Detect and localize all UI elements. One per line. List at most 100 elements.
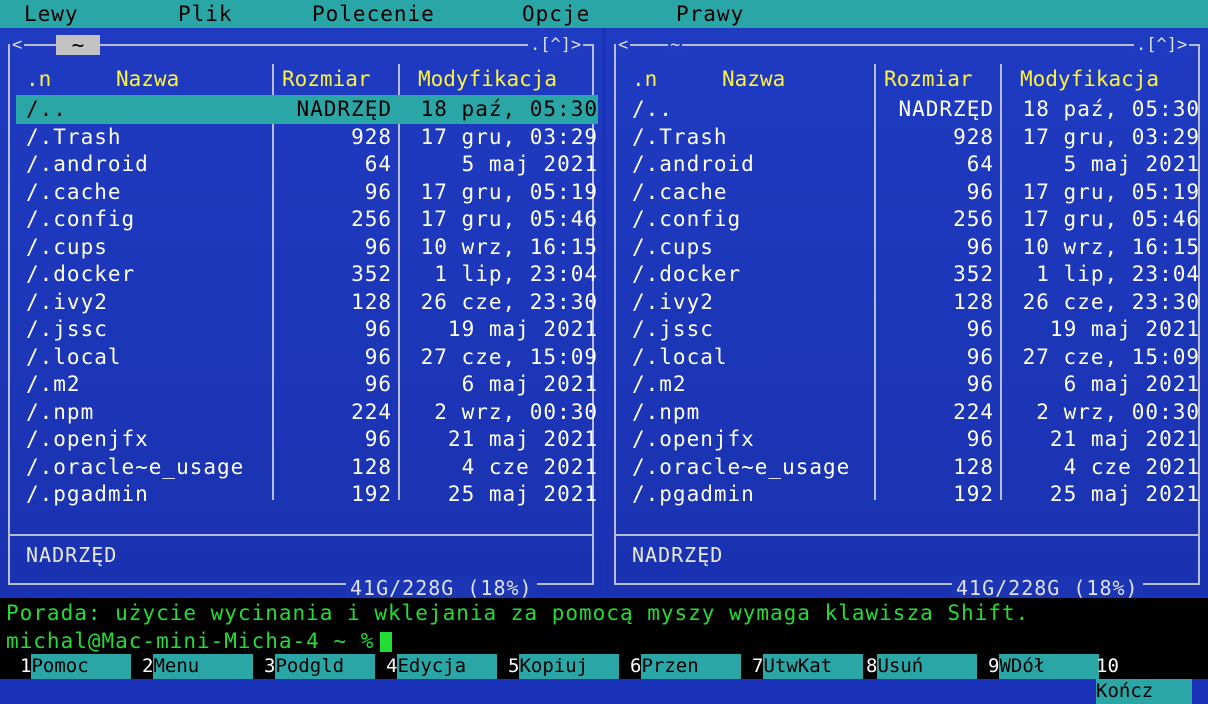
file-modified: 18 paź, 05:30 — [1022, 97, 1200, 121]
file-name: /.ivy2 — [26, 289, 108, 314]
file-name: /.Trash — [632, 124, 728, 149]
col-mod[interactable]: Modyfikacja — [1020, 64, 1159, 94]
file-row[interactable]: /.m2 96 6 maj 2021 — [622, 370, 1202, 399]
fkey-9[interactable]: 9WDół — [988, 654, 1100, 679]
file-name: /.ivy2 — [632, 289, 714, 314]
file-row[interactable]: /.. NADRZĘD 18 paź, 05:30 — [622, 95, 1202, 124]
file-size: 256 — [953, 207, 994, 231]
file-row[interactable]: /.cache 96 17 gru, 05:19 — [16, 178, 597, 207]
fkey-7[interactable]: 7UtwKat — [752, 654, 864, 679]
file-row[interactable]: /.oracle~e_usage 128 4 cze 2021 — [16, 453, 598, 482]
file-row[interactable]: /.ivy2 128 26 cze, 23:30 — [622, 288, 1202, 317]
file-row[interactable]: /.jssc 96 19 maj 2021 — [622, 315, 1202, 344]
right-panel[interactable]: < ~ .[^]> .n Nazwa Rozmiar Modyfikacja /… — [606, 28, 1208, 600]
fkey-2[interactable]: 2Menu — [142, 654, 254, 679]
menu-item-lewy[interactable]: Lewy — [24, 0, 79, 31]
status-line: NADRZĘD — [632, 543, 724, 567]
fkey-5[interactable]: 5Kopiuj — [508, 654, 620, 679]
col-mod[interactable]: Modyfikacja — [418, 64, 557, 94]
file-row[interactable]: /.cups 96 10 wrz, 16:15 — [16, 233, 598, 262]
file-name: /.config — [632, 207, 742, 231]
fkey-4[interactable]: 4Edycja — [386, 654, 498, 679]
file-size: 96 — [966, 317, 994, 341]
fkey-label: Przen — [641, 654, 742, 679]
path-tilde[interactable]: ~ — [56, 35, 100, 56]
file-modified: 21 maj 2021 — [1049, 427, 1200, 451]
disk-usage: 41G/228G (18%) — [346, 576, 537, 600]
file-name: /.local — [26, 344, 122, 369]
menu-item-prawy[interactable]: Prawy — [676, 0, 744, 31]
file-modified: 5 maj 2021 — [461, 152, 598, 176]
fkey-10[interactable]: 10Kończ — [1096, 654, 1208, 704]
file-row[interactable]: /.pgadmin 192 25 maj 2021 — [16, 480, 597, 509]
file-row[interactable]: /.docker 352 1 lip, 23:04 — [16, 260, 597, 289]
col-name[interactable]: Nazwa — [116, 64, 179, 94]
file-modified: 26 cze, 23:30 — [420, 289, 598, 314]
file-modified: 4 cze 2021 — [461, 454, 598, 479]
file-row[interactable]: /.docker 352 1 lip, 23:04 — [622, 260, 1202, 289]
fkey-number: 8 — [866, 655, 878, 677]
file-name: /.m2 — [632, 372, 687, 396]
fkey-label: UtwKat — [763, 654, 864, 679]
file-name: /.npm — [632, 399, 701, 424]
fkey-1[interactable]: 1Pomoc — [20, 654, 132, 679]
file-name: /.. — [632, 97, 673, 121]
fkey-8[interactable]: 8Usuń — [866, 654, 978, 679]
path-tilde[interactable]: ~ — [668, 36, 683, 54]
menu-item-opcje[interactable]: Opcje — [522, 0, 590, 31]
panel-nav-arrows[interactable]: .[^]> — [1134, 36, 1190, 54]
left-panel[interactable]: < ~ .[^]> .n Nazwa Rozmiar Modyfikacja /… — [0, 28, 602, 600]
file-size: 64 — [966, 152, 994, 176]
fkey-label: Pomoc — [31, 654, 132, 679]
file-row[interactable]: /.cups 96 10 wrz, 16:15 — [622, 233, 1202, 262]
file-modified: 6 maj 2021 — [461, 372, 598, 396]
history-arrow[interactable]: < — [10, 36, 25, 54]
file-row[interactable]: /.openjfx 96 21 maj 2021 — [622, 425, 1202, 454]
file-row[interactable]: /.. NADRZĘD 18 paź, 05:30 — [16, 95, 598, 124]
file-row[interactable]: /.jssc 96 19 maj 2021 — [16, 315, 598, 344]
file-row[interactable]: /.npm 224 2 wrz, 00:30 — [622, 398, 1202, 427]
file-size: 352 — [351, 262, 392, 286]
file-row[interactable]: /.local 96 27 cze, 15:09 — [622, 343, 1202, 372]
file-row[interactable]: /.config 256 17 gru, 05:46 — [16, 205, 597, 234]
fkey-label: Podgld — [275, 654, 376, 679]
file-modified: 19 maj 2021 — [447, 317, 598, 341]
file-name: /.cache — [26, 179, 122, 204]
file-size: 928 — [953, 124, 994, 149]
file-row[interactable]: /.cache 96 17 gru, 05:19 — [622, 178, 1202, 207]
file-row[interactable]: /.Trash 928 17 gru, 03:29 — [622, 123, 1202, 152]
file-name: /.jssc — [26, 317, 108, 341]
file-row[interactable]: /.local 96 27 cze, 15:09 — [16, 343, 597, 372]
panel-nav-arrows[interactable]: .[^]> — [528, 36, 584, 54]
col-n[interactable]: .n — [26, 64, 51, 94]
file-row[interactable]: /.android 64 5 maj 2021 — [16, 150, 598, 179]
file-row[interactable]: /.ivy2 128 26 cze, 23:30 — [16, 288, 598, 317]
menu-item-polecenie[interactable]: Polecenie — [312, 0, 435, 31]
fkey-6[interactable]: 6Przen — [630, 654, 742, 679]
file-modified: 1 lip, 23:04 — [1036, 262, 1200, 286]
col-name[interactable]: Nazwa — [722, 64, 785, 94]
file-row[interactable]: /.npm 224 2 wrz, 00:30 — [16, 398, 597, 427]
file-size: 224 — [351, 399, 392, 424]
col-n[interactable]: .n — [632, 64, 657, 94]
file-row[interactable]: /.Trash 928 17 gru, 03:29 — [16, 123, 597, 152]
file-size: 192 — [953, 482, 994, 506]
menu-item-plik[interactable]: Plik — [178, 0, 233, 31]
fkey-3[interactable]: 3Podgld — [264, 654, 376, 679]
fkey-number: 3 — [264, 655, 276, 677]
file-row[interactable]: /.pgadmin 192 25 maj 2021 — [622, 480, 1202, 509]
file-row[interactable]: /.android 64 5 maj 2021 — [622, 150, 1202, 179]
shell-prompt[interactable]: michal@Mac-mini-Micha-4 ~ % — [0, 628, 1208, 654]
file-name: /.npm — [26, 399, 95, 424]
history-arrow[interactable]: < — [616, 36, 631, 54]
file-row[interactable]: /.config 256 17 gru, 05:46 — [622, 205, 1202, 234]
col-size[interactable]: Rozmiar — [884, 64, 973, 94]
file-row[interactable]: /.m2 96 6 maj 2021 — [16, 370, 598, 399]
file-row[interactable]: /.oracle~e_usage 128 4 cze 2021 — [622, 453, 1202, 482]
file-size: 928 — [351, 124, 392, 149]
file-row[interactable]: /.openjfx 96 21 maj 2021 — [16, 425, 597, 454]
file-modified: 17 gru, 03:29 — [1022, 124, 1200, 149]
file-modified: 10 wrz, 16:15 — [420, 234, 598, 259]
file-size: 128 — [351, 289, 392, 314]
col-size[interactable]: Rozmiar — [282, 64, 371, 94]
